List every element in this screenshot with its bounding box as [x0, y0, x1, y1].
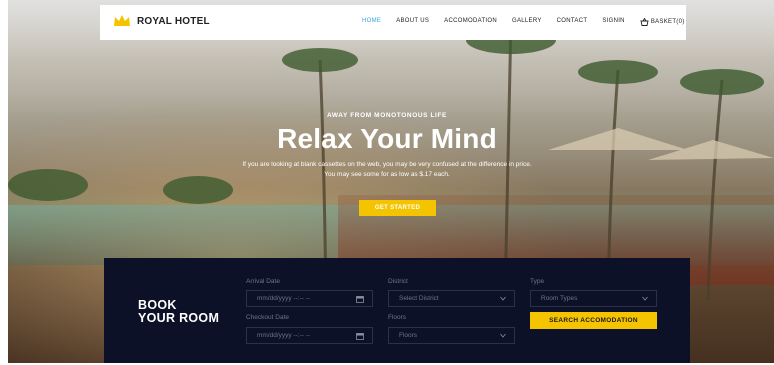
crown-icon [114, 15, 130, 26]
room-type-select[interactable]: Room Types [530, 290, 657, 307]
district-label: District [388, 278, 408, 285]
nav-about-us[interactable]: ABOUT US [396, 18, 429, 26]
hero-content: AWAY FROM MONOTONOUS LIFE Relax Your Min… [0, 112, 774, 180]
nav-gallery[interactable]: GALLERY [512, 18, 542, 26]
top-navbar: ROYAL HOTEL HOME ABOUT US ACCOMODATION G… [100, 5, 686, 40]
booking-title: BOOK YOUR ROOM [138, 299, 219, 325]
calendar-icon [356, 333, 364, 340]
basket-label: BASKET(0) [650, 19, 685, 25]
hero-description: If you are looking at blank cassettes on… [242, 161, 532, 178]
checkout-date-placeholder: mm/dd/yyyy --:-- -- [257, 332, 311, 339]
arrival-date-label: Arrival Date [246, 278, 280, 285]
district-select[interactable]: Select District [388, 290, 515, 307]
basket-icon [640, 18, 649, 26]
floors-select[interactable]: Floors [388, 327, 515, 344]
room-type-value: Room Types [541, 295, 578, 302]
chevron-down-icon [500, 296, 506, 301]
arrival-date-placeholder: mm/dd/yyyy --:-- -- [257, 295, 311, 302]
district-value: Select District [399, 295, 439, 302]
main-nav: HOME ABOUT US ACCOMODATION GALLERY CONTA… [362, 18, 700, 26]
nav-contact[interactable]: CONTACT [557, 18, 588, 26]
chevron-down-icon [500, 333, 506, 338]
hero-eyebrow: AWAY FROM MONOTONOUS LIFE [327, 112, 447, 119]
nav-basket[interactable]: BASKET(0) [640, 18, 685, 26]
floors-value: Floors [399, 332, 418, 339]
chevron-down-icon [642, 296, 648, 301]
nav-accomodation[interactable]: ACCOMODATION [444, 18, 497, 26]
checkout-date-input[interactable]: mm/dd/yyyy --:-- -- [246, 327, 373, 344]
arrival-date-input[interactable]: mm/dd/yyyy --:-- -- [246, 290, 373, 307]
brand-name: ROYAL HOTEL [137, 15, 210, 27]
checkout-date-label: Checkout Date [246, 314, 289, 321]
booking-title-line2: YOUR ROOM [138, 311, 220, 325]
get-started-button[interactable]: GET STARTED [359, 200, 436, 216]
brand-logo[interactable]: ROYAL HOTEL [113, 14, 210, 28]
nav-home[interactable]: HOME [362, 18, 381, 26]
calendar-icon [356, 296, 364, 303]
search-accomodation-button[interactable]: SEARCH ACCOMODATION [530, 312, 657, 329]
hero-headline: Relax Your Mind [277, 123, 497, 154]
type-label: Type [530, 278, 545, 285]
nav-signin[interactable]: SIGNIN [602, 18, 624, 26]
booking-panel: BOOK YOUR ROOM Arrival Date mm/dd/yyyy -… [104, 258, 690, 363]
floors-label: Floors [388, 314, 407, 321]
